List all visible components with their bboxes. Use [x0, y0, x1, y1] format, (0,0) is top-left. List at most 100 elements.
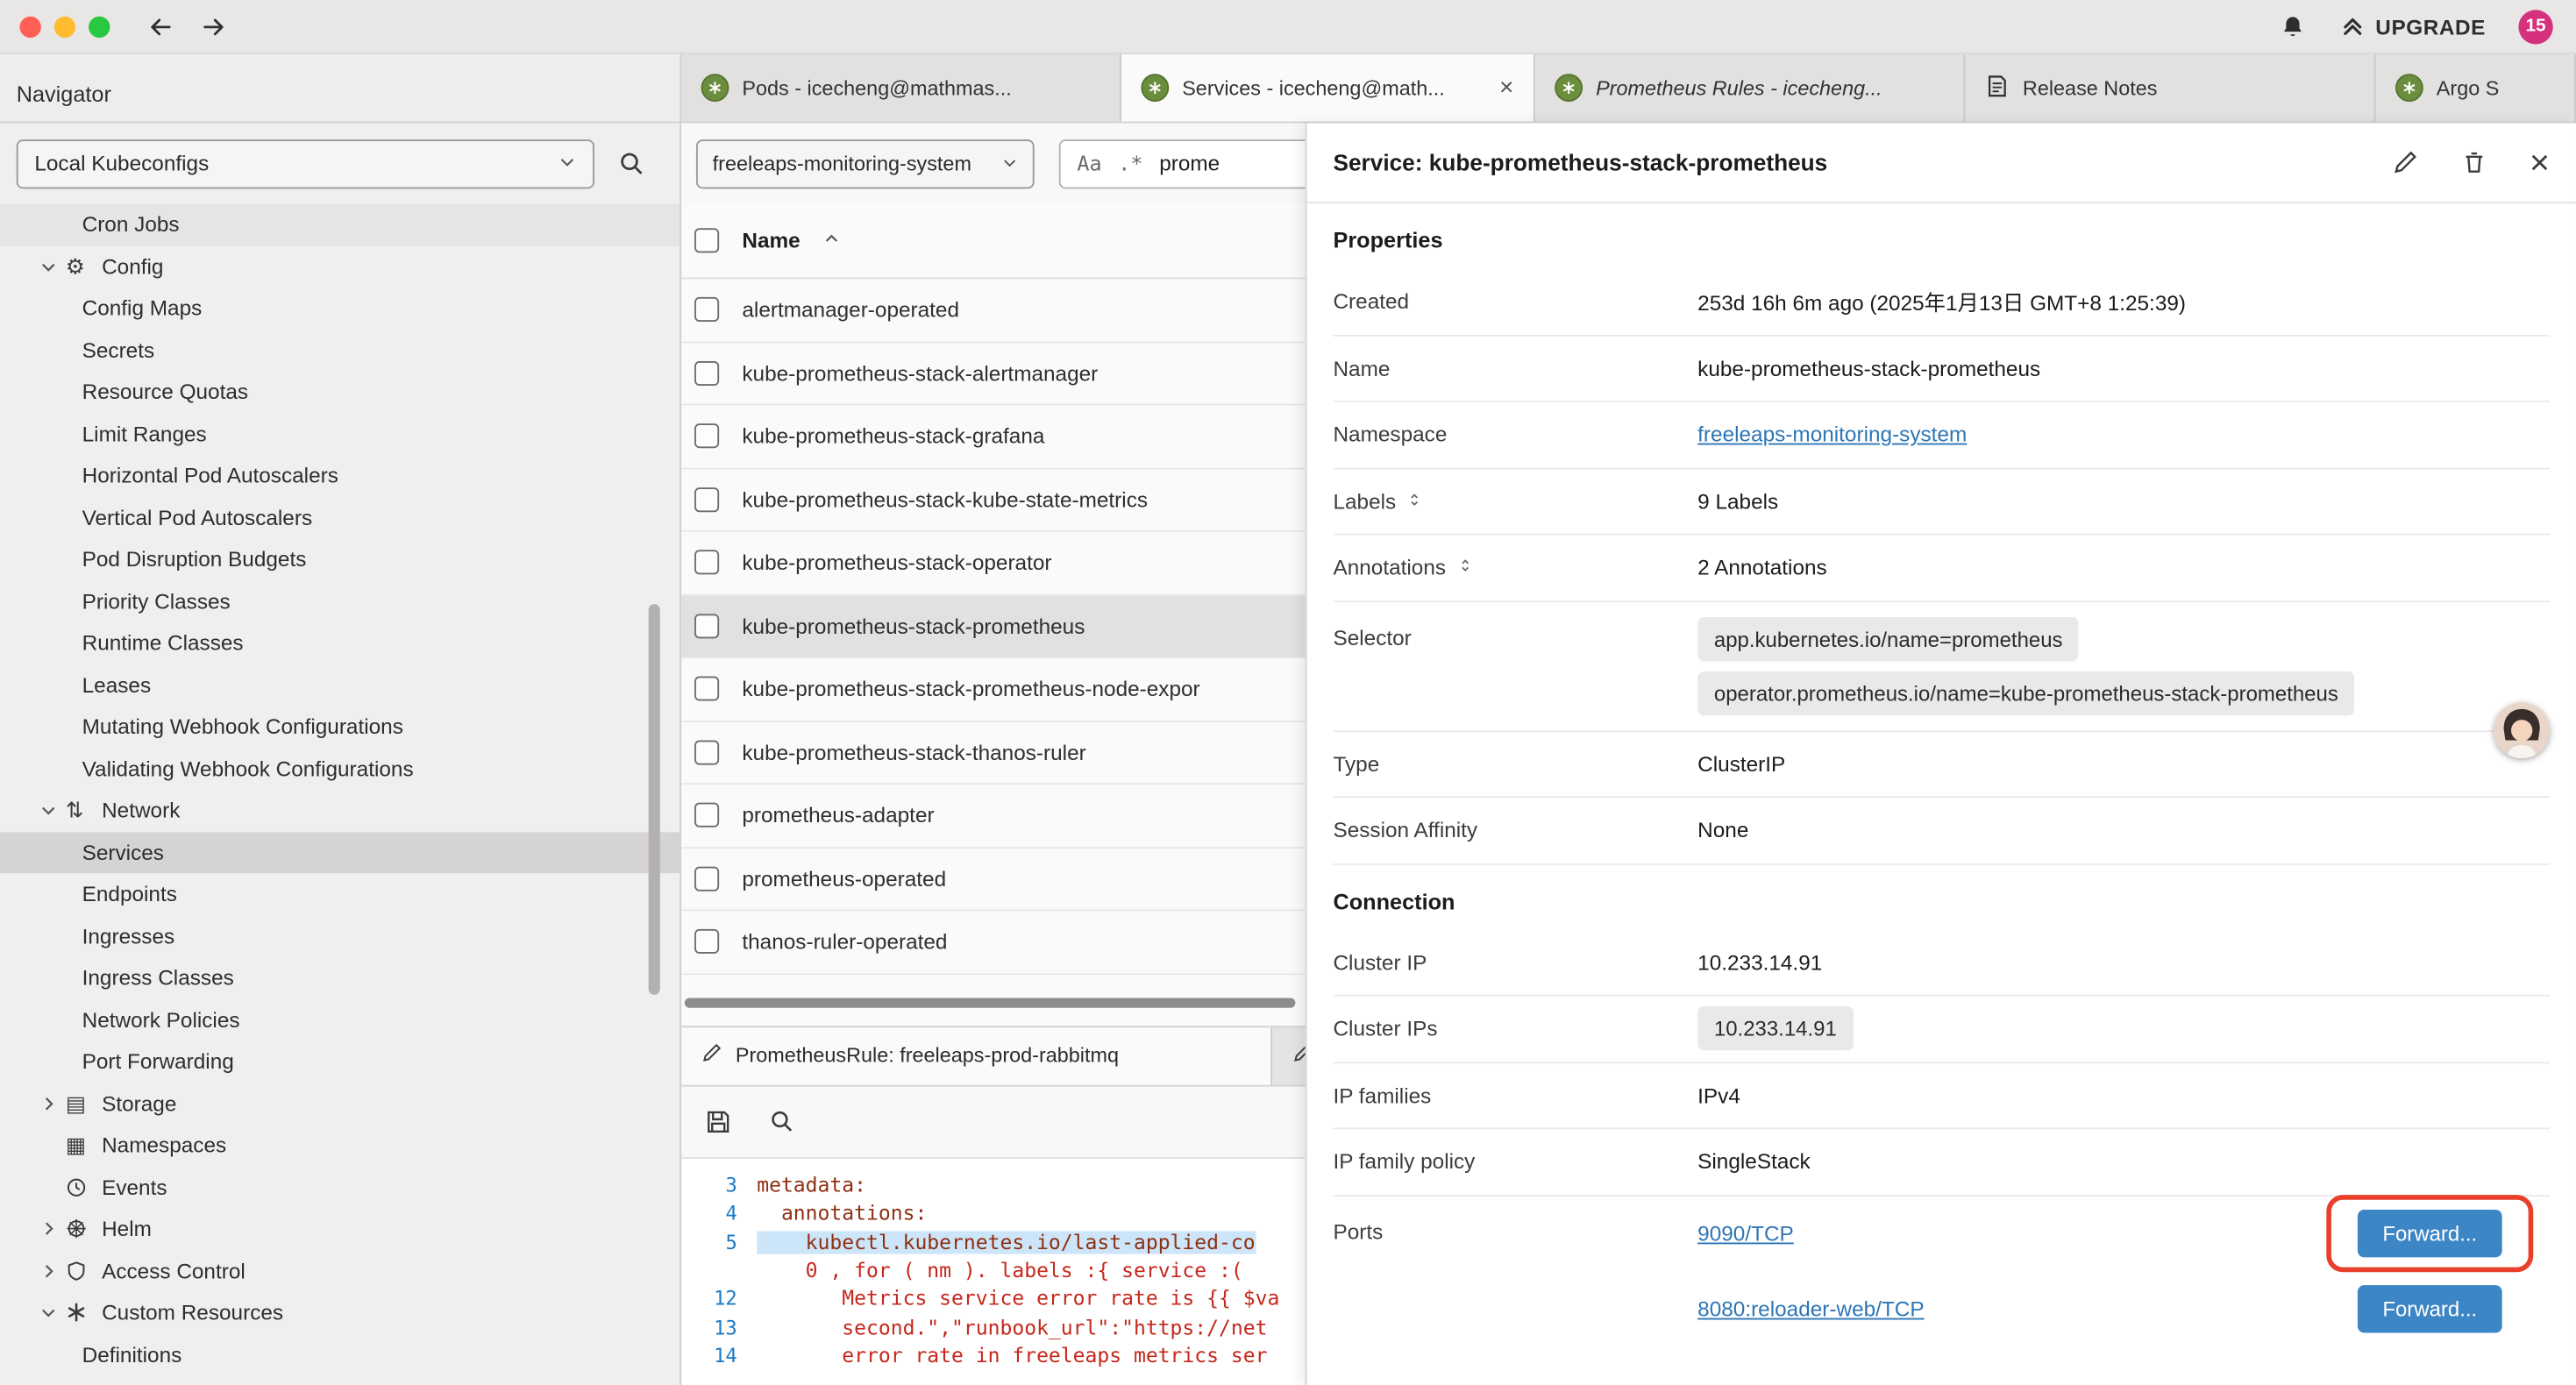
tab-pods-icecheng-mathmas[interactable]: Pods - icecheng@mathmas...	[681, 54, 1121, 122]
sidebar-item-services[interactable]: Services	[0, 831, 680, 873]
tab-release-notes[interactable]: Release Notes	[1965, 54, 2375, 122]
kubeconfig-selector[interactable]: Local Kubeconfigs	[17, 138, 594, 188]
sidebar-item-ingresses[interactable]: Ingresses	[0, 915, 680, 957]
main-area: Local Kubeconfigs Cron Jobs⚙ConfigConfig…	[0, 123, 2576, 1385]
sort-ascending-icon[interactable]	[823, 228, 842, 252]
match-case-toggle[interactable]: Aa	[1077, 151, 1101, 175]
minimize-window-button[interactable]	[54, 16, 75, 37]
dock-tab-partial[interactable]	[1272, 1026, 1305, 1084]
table-row-kube-prometheus-stack-kube-state-metrics[interactable]: kube-prometheus-stack-kube-state-metrics	[681, 469, 1306, 532]
sidebar-search-icon[interactable]	[617, 149, 645, 177]
sidebar-item-secrets[interactable]: Secrets	[0, 329, 680, 371]
sidebar-item-endpoints[interactable]: Endpoints	[0, 873, 680, 915]
user-avatar[interactable]	[2494, 702, 2550, 758]
sidebar-item-validating-webhook-configurations[interactable]: Validating Webhook Configurations	[0, 748, 680, 790]
row-checkbox[interactable]	[694, 360, 719, 385]
sidebar-item-label: Access Control	[102, 1259, 246, 1283]
table-row-kube-prometheus-stack-prometheus[interactable]: kube-prometheus-stack-prometheus	[681, 595, 1306, 658]
table-search-input[interactable]: Aa .* prome	[1059, 138, 1306, 188]
sidebar-scrollbar[interactable]	[649, 604, 660, 995]
forward-button[interactable]: Forward...	[2358, 1285, 2501, 1332]
row-checkbox[interactable]	[694, 929, 719, 954]
horizontal-scrollbar[interactable]	[685, 998, 1296, 1007]
chevron-down-icon[interactable]	[39, 801, 66, 820]
sidebar-item-ingress-classes[interactable]: Ingress Classes	[0, 957, 680, 999]
port-link-9090-tcp[interactable]: 9090/TCP	[1697, 1221, 1794, 1246]
forward-icon[interactable]	[200, 12, 228, 40]
save-icon[interactable]	[704, 1107, 732, 1135]
row-checkbox[interactable]	[694, 614, 719, 638]
chevron-right-icon[interactable]	[39, 1261, 66, 1280]
row-checkbox[interactable]	[694, 297, 719, 322]
table-row-thanos-ruler-operated[interactable]: thanos-ruler-operated	[681, 911, 1306, 974]
sidebar-item-vertical-pod-autoscalers[interactable]: Vertical Pod Autoscalers	[0, 496, 680, 538]
close-icon[interactable]: ×	[2530, 146, 2550, 180]
tab-close-icon[interactable]: ×	[1499, 74, 1513, 102]
row-checkbox[interactable]	[694, 866, 719, 891]
notifications-bell-icon[interactable]	[2279, 12, 2307, 40]
chevron-right-icon[interactable]	[39, 1220, 66, 1239]
select-all-checkbox[interactable]	[694, 228, 719, 252]
sidebar-item-leases[interactable]: Leases	[0, 664, 680, 706]
sidebar-item-priority-classes[interactable]: Priority Classes	[0, 580, 680, 622]
sidebar-item-events[interactable]: Events	[0, 1166, 680, 1208]
row-checkbox[interactable]	[694, 550, 719, 575]
back-icon[interactable]	[146, 12, 174, 40]
chevron-right-icon[interactable]	[39, 1094, 66, 1112]
sidebar-item-pod-disruption-budgets[interactable]: Pod Disruption Budgets	[0, 538, 680, 580]
sidebar-item-port-forwarding[interactable]: Port Forwarding	[0, 1041, 680, 1083]
name-column-header[interactable]: Name	[742, 228, 800, 252]
sidebar-item-helm[interactable]: Helm	[0, 1208, 680, 1250]
close-window-button[interactable]	[19, 16, 40, 37]
table-row-kube-prometheus-stack-thanos-ruler[interactable]: kube-prometheus-stack-thanos-ruler	[681, 721, 1306, 785]
edit-icon[interactable]	[2392, 149, 2418, 175]
row-checkbox[interactable]	[694, 803, 719, 827]
table-row-prometheus-adapter[interactable]: prometheus-adapter	[681, 785, 1306, 848]
table-row-kube-prometheus-stack-prometheus-node-expor[interactable]: kube-prometheus-stack-prometheus-node-ex…	[681, 658, 1306, 721]
row-checkbox[interactable]	[694, 487, 719, 512]
chevron-down-icon[interactable]	[39, 258, 66, 276]
sidebar-item-config-maps[interactable]: Config Maps	[0, 288, 680, 330]
sidebar-item-namespaces[interactable]: ▦Namespaces	[0, 1125, 680, 1167]
table-row-kube-prometheus-stack-operator[interactable]: kube-prometheus-stack-operator	[681, 532, 1306, 595]
delete-icon[interactable]	[2460, 149, 2487, 175]
chevron-down-icon[interactable]	[39, 1303, 66, 1322]
tab-prometheus-rules-icecheng[interactable]: Prometheus Rules - icecheng...	[1535, 54, 1966, 122]
editor-search-icon[interactable]	[768, 1108, 794, 1134]
sidebar-item-resource-quotas[interactable]: Resource Quotas	[0, 371, 680, 413]
sidebar-item-storage[interactable]: ▤Storage	[0, 1083, 680, 1125]
forward-button[interactable]: Forward...	[2358, 1210, 2501, 1257]
tab-services-icecheng-math[interactable]: Services - icecheng@math...×	[1121, 54, 1535, 122]
sidebar-item-custom-resources[interactable]: Custom Resources	[0, 1292, 680, 1334]
dock-tab-prometheusrule[interactable]: PrometheusRule: freeleaps-prod-rabbitmq	[681, 1026, 1272, 1084]
row-checkbox[interactable]	[694, 424, 719, 449]
table-row-prometheus-operated[interactable]: prometheus-operated	[681, 848, 1306, 911]
namespace-selector[interactable]: freeleaps-monitoring-system	[696, 138, 1035, 188]
yaml-editor[interactable]: 3metadata:4 annotations:5 kubectl.kubern…	[681, 1158, 1306, 1385]
zoom-window-button[interactable]	[89, 16, 110, 37]
sidebar-item-access-control[interactable]: Access Control	[0, 1250, 680, 1292]
upgrade-button[interactable]: UPGRADE	[2339, 13, 2486, 39]
notification-count-badge[interactable]: 15	[2518, 9, 2552, 43]
tab-argo-s[interactable]: Argo S	[2376, 54, 2576, 122]
sidebar-item-network-policies[interactable]: Network Policies	[0, 998, 680, 1041]
sidebar-item-definitions[interactable]: Definitions	[0, 1333, 680, 1375]
chevron-down-icon	[1001, 152, 1018, 174]
table-row-kube-prometheus-stack-grafana[interactable]: kube-prometheus-stack-grafana	[681, 406, 1306, 469]
row-checkbox[interactable]	[694, 740, 719, 764]
sidebar-item-network[interactable]: ⇅Network	[0, 790, 680, 832]
sort-updown-icon[interactable]	[1455, 555, 1474, 579]
sidebar-item-runtime-classes[interactable]: Runtime Classes	[0, 622, 680, 664]
sidebar-item-mutating-webhook-configurations[interactable]: Mutating Webhook Configurations	[0, 706, 680, 748]
sidebar-item-config[interactable]: ⚙Config	[0, 245, 680, 288]
port-link-8080-reloader-web-tcp[interactable]: 8080:reloader-web/TCP	[1697, 1296, 1924, 1321]
table-row-alertmanager-operated[interactable]: alertmanager-operated	[681, 279, 1306, 342]
regex-toggle[interactable]: .*	[1118, 151, 1142, 175]
namespace-link[interactable]: freeleaps-monitoring-system	[1697, 423, 1967, 447]
sidebar-item-horizontal-pod-autoscalers[interactable]: Horizontal Pod Autoscalers	[0, 455, 680, 497]
sidebar-item-cron-jobs[interactable]: Cron Jobs	[0, 203, 680, 245]
row-checkbox[interactable]	[694, 677, 719, 701]
table-row-kube-prometheus-stack-alertmanager[interactable]: kube-prometheus-stack-alertmanager	[681, 342, 1306, 405]
sort-updown-icon[interactable]	[1405, 489, 1424, 514]
sidebar-item-limit-ranges[interactable]: Limit Ranges	[0, 413, 680, 455]
